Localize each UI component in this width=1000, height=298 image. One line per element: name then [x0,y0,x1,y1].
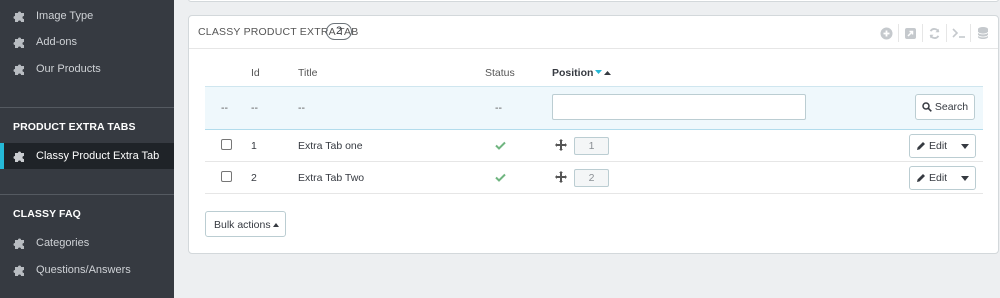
row-title: Extra Tab one [298,140,363,152]
sidebar-divider [0,194,174,195]
edit-button-label: Edit [929,140,948,152]
puzzle-icon [13,37,24,48]
search-icon [922,102,932,112]
add-new-icon[interactable] [874,24,898,42]
table-row: 2 Extra Tab Two 2 Edit [205,163,983,194]
sidebar-item-our-products[interactable]: Our Products [0,56,174,82]
row-title: Extra Tab Two [298,172,365,184]
column-header-position[interactable]: Position [552,67,593,79]
pencil-icon [917,174,925,182]
puzzle-icon [13,151,24,162]
search-button-label: Search [934,101,969,113]
caret-up-icon [273,223,279,227]
row-checkbox[interactable] [221,139,232,150]
row-id: 1 [251,140,257,152]
table-header: Id Title Status Position [205,59,983,85]
edit-button[interactable]: Edit [909,134,976,158]
sort-arrows-icon[interactable] [595,70,611,76]
sql-query-icon[interactable] [946,24,970,42]
sidebar-item-label: Categories [36,237,90,249]
sidebar-item-label: Our Products [36,63,101,75]
edit-button[interactable]: Edit [909,166,976,190]
sidebar-item-label: Classy Product Extra Tab [36,150,160,162]
export-icon[interactable] [898,24,922,42]
check-icon[interactable] [495,173,506,182]
edit-button-label: Edit [929,172,948,184]
filter-position-input[interactable] [552,94,806,120]
filter-status: -- [495,102,502,114]
table-row: 1 Extra Tab one 1 Edit [205,131,983,162]
search-button[interactable]: Search [915,94,975,120]
count-badge: 2 [326,23,352,40]
database-icon[interactable] [970,24,994,42]
bulk-actions-label: Bulk actions [214,219,271,231]
pencil-icon [917,142,925,150]
puzzle-icon [13,238,24,249]
refresh-icon[interactable] [922,24,946,42]
panel-toolbar [874,24,994,42]
bulk-actions-button[interactable]: Bulk actions [205,211,286,237]
column-header-id: Id [251,67,260,79]
sidebar-item-categories[interactable]: Categories [0,230,174,256]
sidebar-section-title: CLASSY FAQ [13,208,81,220]
row-id: 2 [251,172,257,184]
column-header-title: Title [298,67,318,79]
sidebar-item-label: Add-ons [36,36,77,48]
sidebar-item-image-type[interactable]: Image Type [0,3,174,29]
chevron-down-icon[interactable] [961,176,969,181]
puzzle-icon [13,11,24,22]
sidebar-divider [0,107,174,108]
active-indicator [0,143,4,169]
position-value: 1 [574,137,609,155]
sidebar-section-title: PRODUCT EXTRA TABS [13,121,136,133]
sidebar: Image Type Add-ons Our Products PRODUCT … [0,0,174,298]
puzzle-icon [13,265,24,276]
filter-row: -- -- -- -- Search [205,86,983,130]
check-icon[interactable] [495,141,506,150]
sidebar-item-classy-product-extra-tab[interactable]: Classy Product Extra Tab [0,143,174,169]
position-value: 2 [574,169,609,187]
row-checkbox[interactable] [221,171,232,182]
previous-panel-edge [188,0,999,2]
chevron-down-icon[interactable] [961,144,969,149]
sidebar-item-add-ons[interactable]: Add-ons [0,29,174,55]
drag-handle-icon[interactable] [555,139,567,151]
sidebar-item-questions-answers[interactable]: Questions/Answers [0,257,174,283]
column-header-status: Status [485,67,515,79]
filter-id: -- [251,102,258,114]
list-panel: CLASSY PRODUCT EXTRA TAB 2 Id Title Stat… [188,15,999,254]
sidebar-item-label: Questions/Answers [36,264,131,276]
drag-handle-icon[interactable] [555,171,567,183]
sidebar-item-label: Image Type [36,10,94,22]
filter-title: -- [298,102,305,114]
puzzle-icon [13,64,24,75]
panel-heading: CLASSY PRODUCT EXTRA TAB 2 [189,16,998,49]
filter-placeholder: -- [221,102,228,114]
